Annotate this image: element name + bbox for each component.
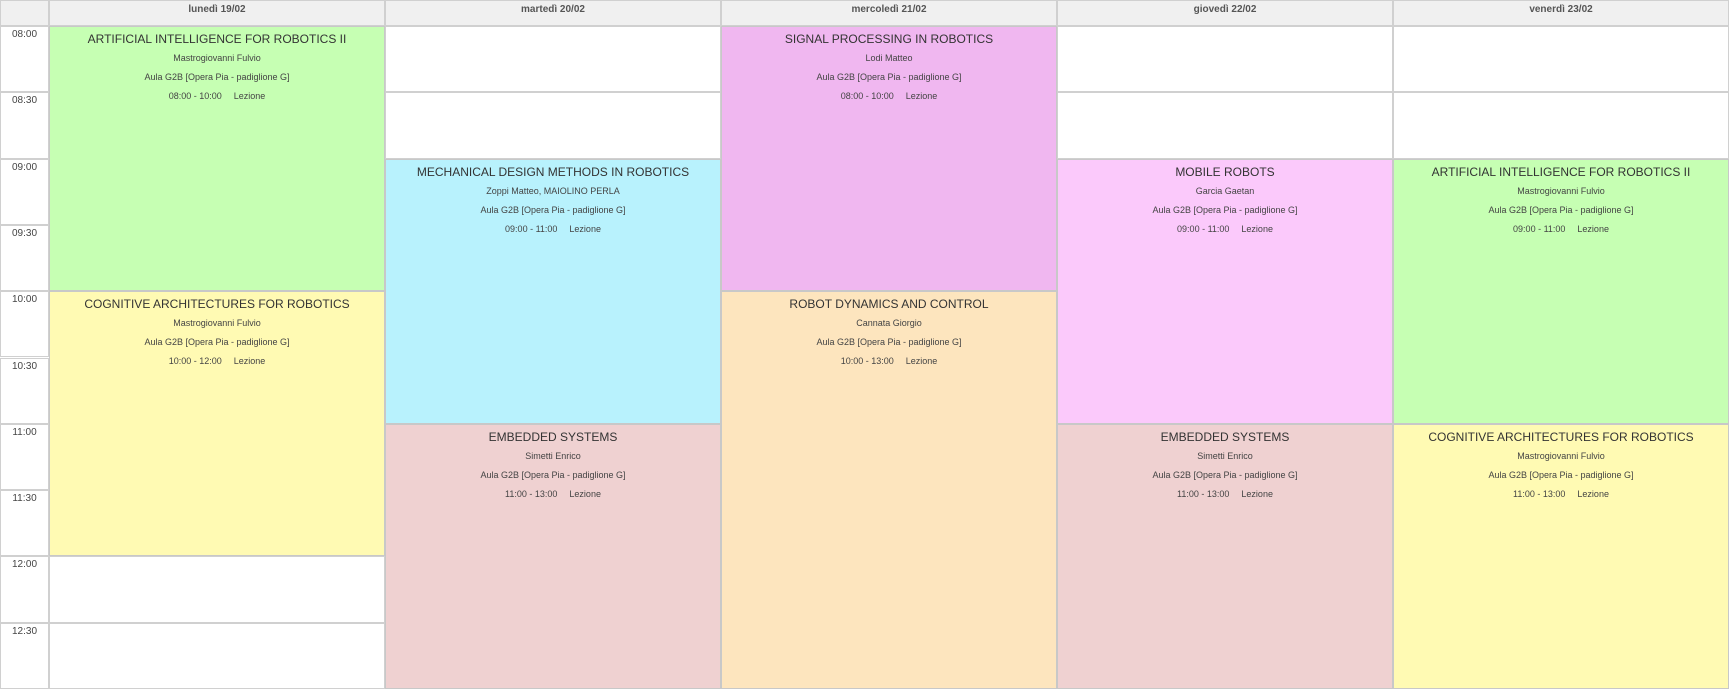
event-block[interactable]: MOBILE ROBOTS Garcia Gaetan Aula G2B [Oper… — [1057, 158, 1393, 424]
event-block[interactable]: ARTIFICIAL INTELLIGENCE FOR ROBOTICS II M… — [49, 26, 385, 292]
event-type: Lezione — [569, 488, 601, 499]
event-teacher: Cannata Giorgio — [856, 318, 922, 329]
event-block[interactable]: COGNITIVE ARCHITECTURES FOR ROBOTICS Mast… — [49, 291, 385, 557]
empty-slot[interactable] — [385, 26, 721, 93]
day-header[interactable]: venerdì 23/02 — [1393, 0, 1729, 26]
event-title: MECHANICAL DESIGN METHODS IN ROBOTICS — [416, 164, 690, 179]
event-time-row: 11:00 - 13:00 Lezione — [1394, 487, 1728, 501]
day-header[interactable]: mercoledì 21/02 — [721, 0, 1057, 26]
event-room: Aula G2B [Opera Pia - padiglione G] — [144, 72, 290, 82]
event-time: 10:00 - 12:00 — [168, 356, 222, 367]
event-time-row: 11:00 - 13:00 Lezione — [386, 487, 720, 501]
event-room: Aula G2B [Opera Pia - padiglione G] — [1488, 469, 1634, 480]
event-time: 08:00 - 10:00 — [168, 91, 222, 101]
event-room: Aula G2B [Opera Pia - padiglione G] — [1152, 204, 1298, 215]
event-type: Lezione — [905, 356, 938, 367]
time-slot-label: 09:30 — [0, 224, 49, 292]
event-title: EMBEDDED SYSTEMS — [488, 429, 618, 444]
event-time-row: 08:00 - 10:00 Lezione — [50, 89, 384, 103]
event-room: Aula G2B [Opera Pia - padiglione G] — [1488, 204, 1634, 215]
event-title: MOBILE ROBOTS — [1175, 164, 1275, 179]
event-type: Lezione — [1577, 488, 1609, 499]
event-type: Lezione — [1577, 223, 1609, 234]
empty-slot[interactable] — [1057, 26, 1393, 93]
event-room: Aula G2B [Opera Pia - padiglione G] — [816, 337, 962, 348]
event-type: Lezione — [1241, 488, 1273, 499]
event-room: Aula G2B [Opera Pia - padiglione G] — [144, 337, 290, 348]
event-time-row: 09:00 - 11:00 Lezione — [386, 222, 720, 236]
event-room: Aula G2B [Opera Pia - padiglione G] — [1152, 469, 1298, 480]
event-block[interactable]: COGNITIVE ARCHITECTURES FOR ROBOTICS Mast… — [1393, 423, 1729, 689]
empty-slot[interactable] — [1393, 26, 1729, 93]
event-type: Lezione — [1241, 223, 1273, 234]
event-time-row: 10:00 - 12:00 Lezione — [50, 354, 384, 368]
empty-slot[interactable] — [1057, 92, 1393, 159]
event-time-row: 09:00 - 11:00 Lezione — [1058, 222, 1392, 236]
time-slot-label: 12:00 — [0, 556, 49, 623]
event-time: 10:00 - 13:00 — [840, 356, 894, 367]
event-time-row: 11:00 - 13:00 Lezione — [1058, 487, 1392, 501]
event-teacher: Zoppi Matteo, MAIOLINO PERLA — [486, 185, 620, 196]
time-slot-label: 11:30 — [0, 490, 49, 557]
event-time: 11:00 - 13:00 — [1177, 488, 1230, 499]
event-room: Aula G2B [Opera Pia - padiglione G] — [480, 204, 626, 215]
event-time-row: 08:00 - 10:00 Lezione — [722, 89, 1056, 103]
event-block[interactable]: EMBEDDED SYSTEMS Simetti Enrico Aula G2B [… — [385, 423, 721, 689]
time-slot-label: 08:30 — [0, 92, 49, 159]
event-time: 11:00 - 13:00 — [505, 488, 558, 499]
event-block[interactable]: MECHANICAL DESIGN METHODS IN ROBOTICS Zop… — [385, 158, 721, 424]
event-title: EMBEDDED SYSTEMS — [1160, 429, 1290, 444]
empty-slot[interactable] — [49, 556, 385, 623]
time-slot-label: 09:00 — [0, 158, 49, 225]
time-slot-label: 10:00 — [0, 291, 49, 358]
time-slot-label: 10:30 — [0, 357, 49, 424]
event-teacher: Mastrogiovanni Fulvio — [173, 53, 261, 63]
time-slot-label: 12:30 — [0, 622, 49, 689]
event-title: SIGNAL PROCESSING IN ROBOTICS — [784, 32, 994, 46]
event-type: Lezione — [569, 223, 601, 234]
event-time: 09:00 - 11:00 — [1513, 223, 1566, 234]
event-time: 09:00 - 11:00 — [1177, 223, 1230, 234]
event-time: 09:00 - 11:00 — [505, 223, 558, 234]
day-header[interactable]: martedì 20/02 — [385, 0, 721, 26]
empty-slot[interactable] — [49, 622, 385, 689]
event-block[interactable]: ROBOT DYNAMICS AND CONTROL Cannata Giorgi… — [721, 291, 1057, 689]
event-teacher: Mastrogiovanni Fulvio — [1517, 450, 1605, 461]
event-teacher: Simetti Enrico — [1197, 450, 1253, 461]
time-slot-label: 11:00 — [0, 423, 49, 491]
event-type: Lezione — [905, 91, 938, 101]
event-time-row: 10:00 - 13:00 Lezione — [722, 354, 1056, 368]
event-block[interactable]: SIGNAL PROCESSING IN ROBOTICS Lodi Matteo… — [721, 26, 1057, 292]
event-time: 08:00 - 10:00 — [840, 91, 894, 101]
header-corner — [0, 0, 49, 26]
event-block[interactable]: EMBEDDED SYSTEMS Simetti Enrico Aula G2B [… — [1057, 423, 1393, 689]
event-teacher: Mastrogiovanni Fulvio — [1517, 185, 1605, 196]
event-type: Lezione — [233, 356, 266, 367]
event-type: Lezione — [233, 91, 266, 101]
time-slot-label: 08:00 — [0, 26, 49, 93]
event-teacher: Lodi Matteo — [865, 53, 913, 63]
event-time: 11:00 - 13:00 — [1513, 488, 1566, 499]
event-room: Aula G2B [Opera Pia - padiglione G] — [480, 469, 626, 480]
event-room: Aula G2B [Opera Pia - padiglione G] — [816, 72, 962, 82]
day-header[interactable]: lunedì 19/02 — [49, 0, 385, 26]
event-block[interactable]: ARTIFICIAL INTELLIGENCE FOR ROBOTICS II M… — [1393, 158, 1729, 424]
empty-slot[interactable] — [1393, 92, 1729, 159]
event-title: ROBOT DYNAMICS AND CONTROL — [789, 297, 989, 312]
day-header[interactable]: giovedì 22/02 — [1057, 0, 1393, 26]
event-title: COGNITIVE ARCHITECTURES FOR ROBOTICS — [1428, 429, 1694, 444]
weekly-calendar: lunedì 19/02 martedì 20/02 mercoledì 21/02… — [0, 0, 1729, 689]
event-teacher: Garcia Gaetan — [1195, 185, 1255, 196]
event-teacher: Simetti Enrico — [525, 450, 581, 461]
empty-slot[interactable] — [385, 92, 721, 159]
event-title: ARTIFICIAL INTELLIGENCE FOR ROBOTICS II — [87, 32, 347, 46]
event-title: ARTIFICIAL INTELLIGENCE FOR ROBOTICS II — [1431, 164, 1691, 179]
event-time-row: 09:00 - 11:00 Lezione — [1394, 222, 1728, 236]
event-title: COGNITIVE ARCHITECTURES FOR ROBOTICS — [84, 297, 350, 312]
event-teacher: Mastrogiovanni Fulvio — [173, 318, 261, 329]
